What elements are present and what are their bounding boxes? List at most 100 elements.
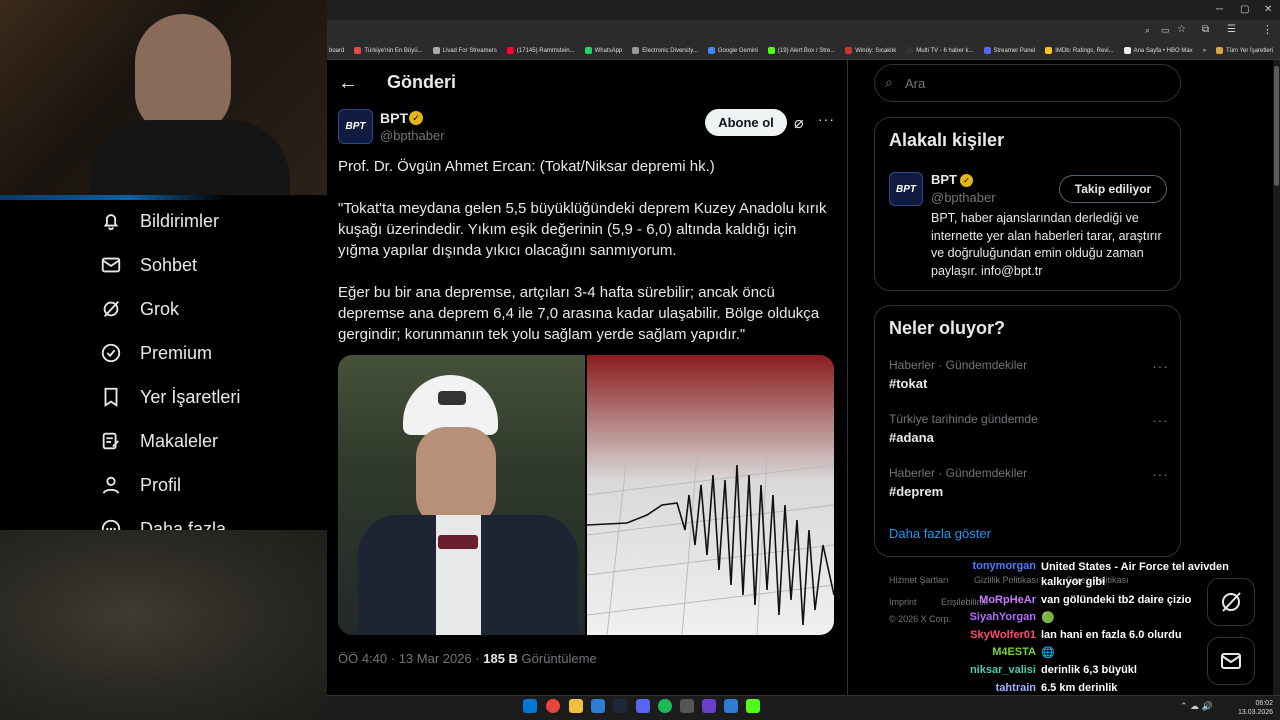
trend-more-icon[interactable]: ···: [1152, 466, 1169, 482]
verified-badge-icon: ✓: [409, 111, 423, 125]
trend-item[interactable]: Haberler · Gündemdekiler #tokat ···: [889, 358, 1169, 391]
related-title: Alakalı kişiler: [889, 130, 1005, 150]
minimize-icon[interactable]: ─: [1216, 4, 1223, 15]
trend-item[interactable]: Türkiye tarihinde gündemde #adana ···: [889, 412, 1169, 445]
kebab-menu-icon[interactable]: ⋮: [1262, 23, 1273, 36]
search-box[interactable]: ⌕ Ara: [874, 64, 1181, 102]
grok-fab[interactable]: [1207, 578, 1255, 626]
seismograph-chart: [587, 454, 834, 635]
post-timestamp[interactable]: ÖÖ 4:40 · 13 Mar 2026 ·: [338, 651, 483, 666]
footer-link[interactable]: Gizlilik Politikası: [974, 575, 1039, 585]
nav-item-bookmarks[interactable]: Yer İşaretleri: [100, 386, 240, 408]
taskbar-clock[interactable]: 06:02 13.03.2026: [1238, 699, 1273, 717]
more-icon: [101, 519, 121, 530]
bookmark-item[interactable]: board: [329, 48, 344, 54]
post-paragraph: "Tokat'ta meydana gelen 5,5 büyüklüğünde…: [338, 200, 827, 259]
footer-link[interactable]: Hizmet Şartları: [889, 575, 949, 585]
verified-badge-icon: ✓: [960, 174, 973, 187]
trend-item[interactable]: Haberler · Gündemdekiler #deprem ···: [889, 466, 1169, 499]
close-icon[interactable]: ✕: [1264, 4, 1272, 15]
related-name[interactable]: BPT: [931, 172, 957, 187]
extensions-icon[interactable]: ⧉: [1202, 24, 1209, 35]
bookmarks-overflow[interactable]: »: [1203, 48, 1206, 54]
nav-label: Profil: [140, 474, 182, 495]
bookmark-icon: [104, 387, 118, 407]
nav-item-notifications[interactable]: Bildirimler: [100, 210, 219, 232]
bookmark-item[interactable]: Livad For Streamers: [432, 47, 497, 54]
views-count: 185 B: [483, 651, 518, 666]
all-bookmarks[interactable]: Tüm Yer İşaretleri: [1216, 47, 1273, 54]
nav-item-more[interactable]: Daha fazla: [100, 518, 226, 530]
back-arrow-icon[interactable]: ←: [338, 72, 358, 95]
app-icon[interactable]: [746, 699, 760, 713]
nav-item-profile[interactable]: Profil: [100, 474, 181, 496]
zoom-icon[interactable]: ⌕: [1145, 25, 1150, 36]
nav-label: Daha fazla: [140, 518, 227, 531]
related-handle[interactable]: @bpthaber: [931, 190, 996, 205]
profile-icon: [102, 476, 120, 494]
search-placeholder: Ara: [905, 76, 926, 91]
grok-analyze-icon[interactable]: ⌀: [794, 113, 804, 133]
app-icon[interactable]: [680, 699, 694, 713]
bookmark-item[interactable]: Ana Sayfa • HBO Max: [1123, 47, 1193, 54]
app-icon[interactable]: [724, 699, 738, 713]
show-more-link[interactable]: Daha fazla göster: [889, 526, 991, 541]
post-paragraph: Eğer bu bir ana depremse, artçıları 3-4 …: [338, 284, 820, 343]
post-more-icon[interactable]: ···: [818, 111, 835, 127]
steam-icon[interactable]: [613, 699, 627, 713]
bookmark-item[interactable]: (19) Alert Box / Stre...: [767, 47, 835, 54]
post-image-seismograph[interactable]: [587, 355, 834, 635]
following-button[interactable]: Takip ediliyor: [1059, 175, 1167, 203]
author-name[interactable]: BPT: [380, 110, 408, 126]
bookmark-item[interactable]: WhatsApp: [584, 47, 622, 54]
file-explorer-icon[interactable]: [569, 699, 583, 713]
post-image-professor[interactable]: [338, 355, 585, 635]
nav-item-chat[interactable]: Sohbet: [100, 254, 197, 276]
app-icon[interactable]: [702, 699, 716, 713]
nav-label: Yer İşaretleri: [140, 386, 241, 407]
bookmark-item[interactable]: Google Gemini: [707, 47, 758, 54]
helmet-shape: [403, 375, 498, 435]
author-avatar[interactable]: BPT: [338, 109, 373, 144]
bookmark-item[interactable]: Electronic Diversity...: [632, 47, 698, 54]
x-left-navigation: Bildirimler Sohbet Grok Premium Yer İşar…: [0, 200, 327, 530]
bookmark-item[interactable]: Türkiye'nin En Büyü...: [354, 47, 423, 54]
subscribe-button[interactable]: Abone ol: [705, 109, 787, 136]
bookmark-item[interactable]: Multi TV - 6 haber k...: [906, 47, 974, 54]
app-icon[interactable]: [591, 699, 605, 713]
spotify-icon[interactable]: [658, 699, 672, 713]
nav-item-grok[interactable]: Grok: [100, 298, 179, 320]
windows-start-icon[interactable]: [523, 699, 537, 713]
bow-tie: [438, 535, 478, 549]
nav-item-articles[interactable]: Makaleler: [100, 430, 218, 452]
messages-fab[interactable]: [1207, 637, 1255, 685]
grok-icon: [1222, 592, 1241, 612]
webcam-overlay-top: [0, 0, 327, 213]
maximize-icon[interactable]: ▢: [1240, 4, 1249, 15]
discord-icon[interactable]: [636, 699, 650, 713]
nav-item-premium[interactable]: Premium: [100, 342, 212, 364]
related-people-card: Alakalı kişiler BPT BPT ✓ @bpthaber Taki…: [874, 117, 1181, 291]
nav-label: Premium: [140, 342, 213, 363]
chrome-icon[interactable]: [546, 699, 560, 713]
face-shape: [416, 427, 496, 527]
trend-more-icon[interactable]: ···: [1152, 358, 1169, 374]
bookmarks-bar: board Türkiye'nin En Büyü... Livad For S…: [327, 42, 1280, 60]
bell-icon: [103, 214, 119, 231]
browser-address-bar[interactable]: ⌕ ▭ ☆ ⧉ ☰ ⋮: [327, 20, 1280, 42]
page-scrollbar-thumb[interactable]: [1274, 66, 1279, 186]
related-avatar[interactable]: BPT: [889, 172, 923, 206]
star-icon[interactable]: ☆: [1177, 24, 1186, 35]
post-meta: ÖÖ 4:40 · 13 Mar 2026 · 185 B Görüntülem…: [338, 651, 597, 666]
bookmark-item[interactable]: Streamer Panel: [983, 47, 1035, 54]
author-handle[interactable]: @bpthaber: [380, 128, 445, 143]
tray-icons[interactable]: ⌃ ☁ 🔊: [1180, 701, 1213, 712]
nav-label: Makaleler: [140, 430, 219, 451]
bookmark-item[interactable]: (17145) Rammstein...: [506, 47, 575, 54]
cast-icon[interactable]: ▭: [1161, 25, 1170, 36]
trend-more-icon[interactable]: ···: [1152, 412, 1169, 428]
bookmark-item[interactable]: IMDb: Ratings, Revi...: [1045, 47, 1114, 54]
related-bio: BPT, haber ajanslarından derlediği ve in…: [931, 211, 1162, 278]
profile-menu-icon[interactable]: ☰: [1227, 24, 1236, 35]
bookmark-item[interactable]: Windy: Sıcaklık: [845, 47, 896, 54]
